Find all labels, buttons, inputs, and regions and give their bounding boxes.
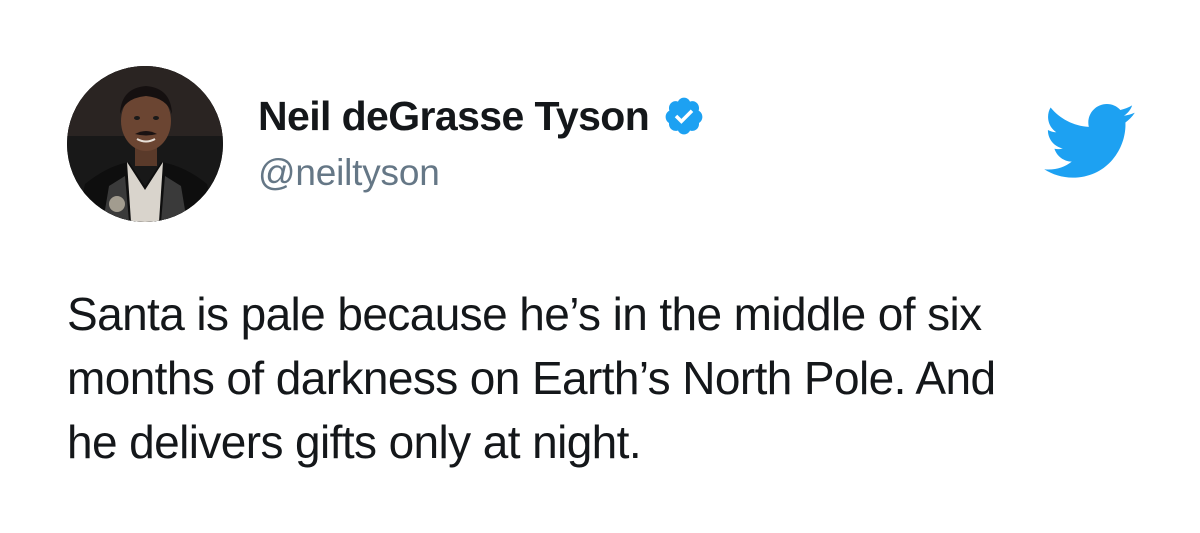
tweet-text: Santa is pale because he’s in the middle… [67, 282, 1147, 474]
tweet-text-line-3: he delivers gifts only at night. [67, 416, 642, 468]
handle[interactable]: @neiltyson [258, 152, 705, 194]
tweet-text-line-1: Santa is pale because he’s in the middle… [67, 288, 982, 340]
tweet-card: Neil deGrasse Tyson @neiltyson Santa is … [0, 0, 1200, 533]
author-info: Neil deGrasse Tyson @neiltyson [258, 88, 705, 194]
display-name[interactable]: Neil deGrasse Tyson [258, 93, 650, 140]
display-name-row: Neil deGrasse Tyson [258, 88, 705, 144]
tweet-text-line-2: months of darkness on Earth’s North Pole… [67, 352, 996, 404]
twitter-bird-icon[interactable] [1044, 103, 1136, 181]
avatar[interactable] [67, 66, 223, 222]
avatar-photo [67, 66, 223, 222]
verified-badge-icon [663, 95, 705, 137]
